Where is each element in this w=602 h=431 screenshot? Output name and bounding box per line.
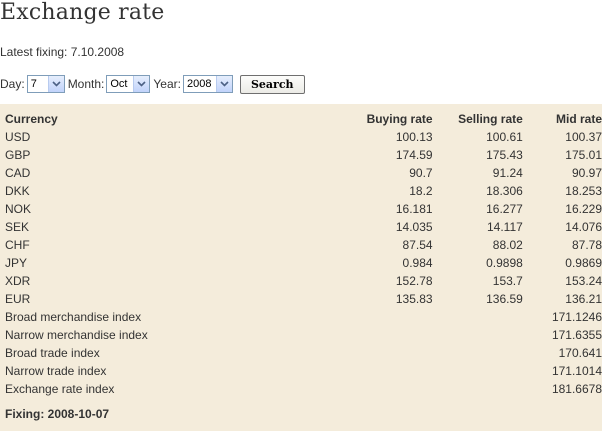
selling-rate: 136.59: [486, 292, 523, 306]
index-row: Broad merchandise index 171.1246: [5, 308, 602, 326]
buying-rate: 0.984: [402, 256, 433, 270]
index-value: 171.1246: [551, 310, 602, 324]
buying-rate: 135.83: [395, 292, 433, 306]
currency-code: USD: [5, 130, 31, 144]
month-label: Month:: [67, 77, 105, 91]
currency-code: GBP: [5, 148, 31, 162]
index-value: 171.6355: [551, 328, 602, 342]
mid-rate: 18.253: [565, 184, 602, 198]
latest-fixing-text: Latest fixing: 7.10.2008: [0, 45, 125, 59]
buying-rate: 18.2: [409, 184, 433, 198]
day-label: Day:: [0, 77, 25, 91]
table-row: NOK 16.181 16.277 16.229: [5, 200, 602, 218]
table-row: DKK 18.2 18.306 18.253: [5, 182, 602, 200]
table-row: GBP 174.59 175.43 175.01: [5, 146, 602, 164]
buying-rate: 16.181: [395, 202, 433, 216]
fixing-date-footer: Fixing: 2008-10-07: [5, 407, 110, 421]
index-value: 171.1014: [551, 364, 602, 378]
selling-rate: 16.277: [486, 202, 523, 216]
day-select-value: 7: [30, 78, 37, 90]
selling-rate: 175.43: [486, 148, 523, 162]
currency-code: CHF: [5, 238, 30, 252]
page-title: Exchange rate: [0, 0, 165, 25]
selling-rate: 153.7: [492, 274, 523, 288]
search-button[interactable]: Search: [239, 74, 305, 94]
mid-rate: 16.229: [565, 202, 602, 216]
selling-rate: 14.117: [487, 220, 523, 234]
year-select[interactable]: 2008: [182, 75, 233, 93]
buying-rate: 174.59: [395, 148, 433, 162]
mid-rate: 14.076: [565, 220, 602, 234]
selling-rate: 91.24: [492, 166, 523, 180]
selling-rate: 18.306: [486, 184, 523, 198]
month-select-value: Oct: [110, 78, 128, 90]
day-select[interactable]: 7: [26, 75, 65, 93]
currency-code: JPY: [5, 256, 28, 270]
currency-code: EUR: [5, 292, 31, 306]
buying-rate: 90.7: [409, 166, 433, 180]
index-name: Narrow trade index: [5, 364, 107, 378]
buying-rate: 100.13: [395, 130, 433, 144]
currency-code: CAD: [5, 166, 31, 180]
buying-rate: 152.78: [395, 274, 433, 288]
index-row: Narrow trade index 171.1014: [5, 362, 602, 380]
year-label: Year:: [153, 77, 181, 91]
header-buying-rate: Buying rate: [366, 112, 433, 126]
table-row: XDR 152.78 153.7 153.24: [5, 272, 602, 290]
index-name: Exchange rate index: [5, 382, 115, 396]
year-select-value: 2008: [186, 78, 212, 90]
selling-rate: 0.9898: [486, 256, 523, 270]
mid-rate: 90.97: [571, 166, 602, 180]
table-row: CHF 87.54 88.02 87.78: [5, 236, 602, 254]
selling-rate: 88.02: [492, 238, 523, 252]
rates-panel: Currency Buying rate Selling rate Mid ra…: [0, 104, 602, 431]
index-name: Broad merchandise index: [5, 310, 142, 324]
chevron-down-icon[interactable]: [133, 76, 150, 92]
date-search-form: Day: 7 Month: Oct Year: 2008 Search: [0, 74, 305, 94]
mid-rate: 136.21: [565, 292, 602, 306]
buying-rate: 87.54: [402, 238, 433, 252]
header-selling-rate: Selling rate: [458, 112, 523, 126]
mid-rate: 153.24: [565, 274, 602, 288]
index-name: Narrow merchandise index: [5, 328, 148, 342]
table-row: EUR 135.83 136.59 136.21: [5, 290, 602, 308]
index-value: 181.6678: [551, 382, 602, 396]
table-header-row: Currency Buying rate Selling rate Mid ra…: [5, 110, 602, 128]
mid-rate: 0.9869: [565, 256, 602, 270]
table-row: USD 100.13 100.61 100.37: [5, 128, 602, 146]
header-currency: Currency: [5, 112, 58, 126]
table-row: CAD 90.7 91.24 90.97: [5, 164, 602, 182]
currency-code: SEK: [5, 220, 30, 234]
month-select[interactable]: Oct: [106, 75, 151, 93]
buying-rate: 14.035: [395, 220, 433, 234]
mid-rate: 87.78: [571, 238, 602, 252]
index-value: 170.641: [558, 346, 602, 360]
index-row: Broad trade index 170.641: [5, 344, 602, 362]
index-row: Exchange rate index 181.6678: [5, 380, 602, 398]
table-row: JPY 0.984 0.9898 0.9869: [5, 254, 602, 272]
currency-code: NOK: [5, 202, 32, 216]
mid-rate: 100.37: [565, 130, 602, 144]
index-row: Narrow merchandise index 171.6355: [5, 326, 602, 344]
chevron-down-icon[interactable]: [47, 76, 64, 92]
currency-code: XDR: [5, 274, 31, 288]
chevron-down-icon[interactable]: [215, 76, 232, 92]
mid-rate: 175.01: [565, 148, 602, 162]
currency-code: DKK: [5, 184, 30, 198]
table-row: SEK 14.035 14.117 14.076: [5, 218, 602, 236]
selling-rate: 100.61: [486, 130, 523, 144]
index-name: Broad trade index: [5, 346, 100, 360]
header-mid-rate: Mid rate: [555, 112, 602, 126]
exchange-rate-table: Currency Buying rate Selling rate Mid ra…: [5, 110, 602, 398]
